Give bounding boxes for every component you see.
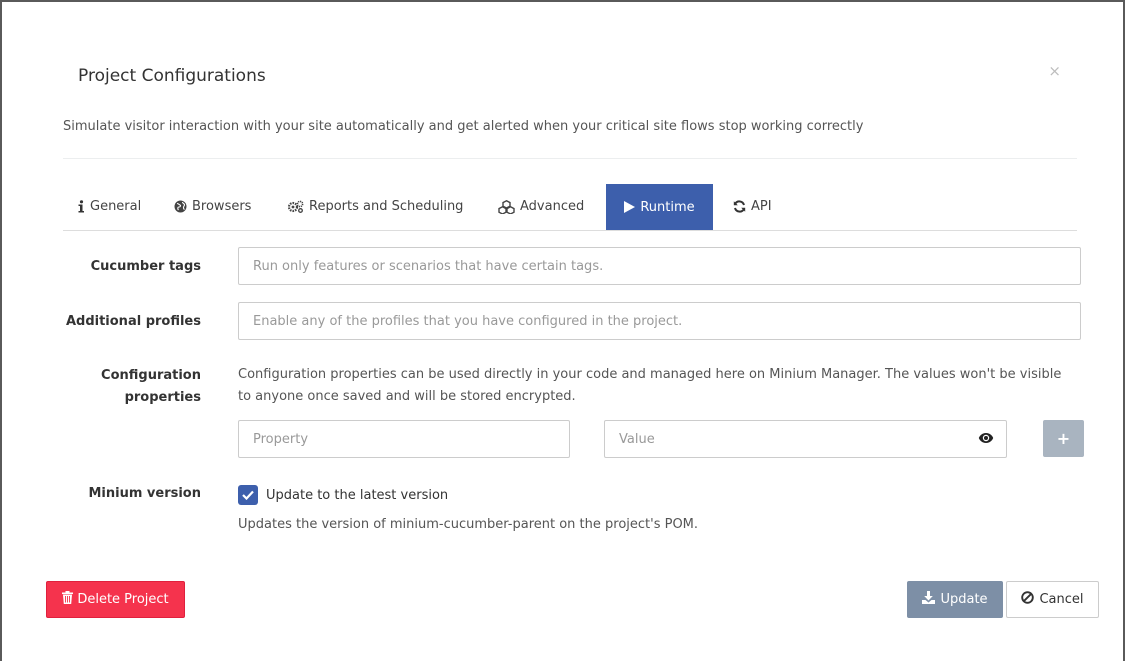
delete-project-button[interactable]: Delete Project [46,581,185,618]
info-icon [78,200,85,213]
check-icon [242,490,254,500]
refresh-icon [733,200,746,213]
tab-api-label: API [751,199,772,214]
configuration-properties-help: Configuration properties can be used dir… [238,367,1062,404]
globe-icon [174,200,187,213]
tab-general[interactable]: General [78,184,141,229]
update-latest-version-label[interactable]: Update to the latest version [266,486,448,506]
tab-browsers-label: Browsers [192,199,252,214]
add-property-button[interactable]: + [1043,420,1084,457]
cucumber-tags-input[interactable]: Run only features or scenarios that have… [238,247,1081,285]
cancel-button[interactable]: Cancel [1006,581,1099,618]
value-input[interactable]: Value [604,420,1007,458]
configuration-properties-label-line1: Configuration [101,368,201,383]
tab-runtime[interactable]: Runtime [606,184,713,230]
download-icon [922,591,936,608]
tab-general-label: General [90,199,142,214]
header-divider [63,158,1077,159]
project-configurations-modal: Project Configurations × Simulate visito… [0,0,1125,661]
cancel-label: Cancel [1039,592,1084,607]
tab-advanced[interactable]: Advanced [498,184,584,229]
property-placeholder: Property [253,431,309,447]
value-placeholder: Value [619,431,655,447]
additional-profiles-input[interactable]: Enable any of the profiles that you have… [238,302,1081,340]
tab-browsers[interactable]: Browsers [174,184,251,229]
trash-icon [62,591,74,608]
additional-profiles-label: Additional profiles [65,314,201,329]
configuration-properties-label: Configuration properties [101,365,201,409]
cucumber-tags-placeholder: Run only features or scenarios that have… [253,258,604,274]
cubes-icon [498,199,515,214]
update-button[interactable]: Update [907,581,1003,618]
update-latest-version-checkbox[interactable] [238,485,258,505]
update-label: Update [940,592,988,607]
tab-bar: General Browsers Reports and Scheduling … [63,184,1077,231]
modal-title: Project Configurations [78,66,266,86]
additional-profiles-placeholder: Enable any of the profiles that you have… [253,313,683,329]
property-input[interactable]: Property [238,420,570,458]
tab-advanced-label: Advanced [520,199,585,214]
close-icon[interactable]: × [1048,64,1061,79]
minium-version-help: Updates the version of minium-cucumber-p… [238,517,699,532]
cucumber-tags-label: Cucumber tags [90,259,201,274]
minium-version-label: Minium version [88,486,201,501]
tab-reports-label: Reports and Scheduling [309,199,464,214]
eye-icon[interactable] [978,432,994,448]
delete-project-label: Delete Project [77,592,169,607]
tab-reports-and-scheduling[interactable]: Reports and Scheduling [287,184,463,229]
configuration-properties-label-line2: properties [124,390,201,405]
tab-api[interactable]: API [733,184,772,229]
gears-icon [287,200,304,213]
tab-runtime-label: Runtime [640,199,695,215]
play-icon [624,201,636,213]
modal-subtitle: Simulate visitor interaction with your s… [63,119,864,134]
ban-icon [1021,591,1035,608]
